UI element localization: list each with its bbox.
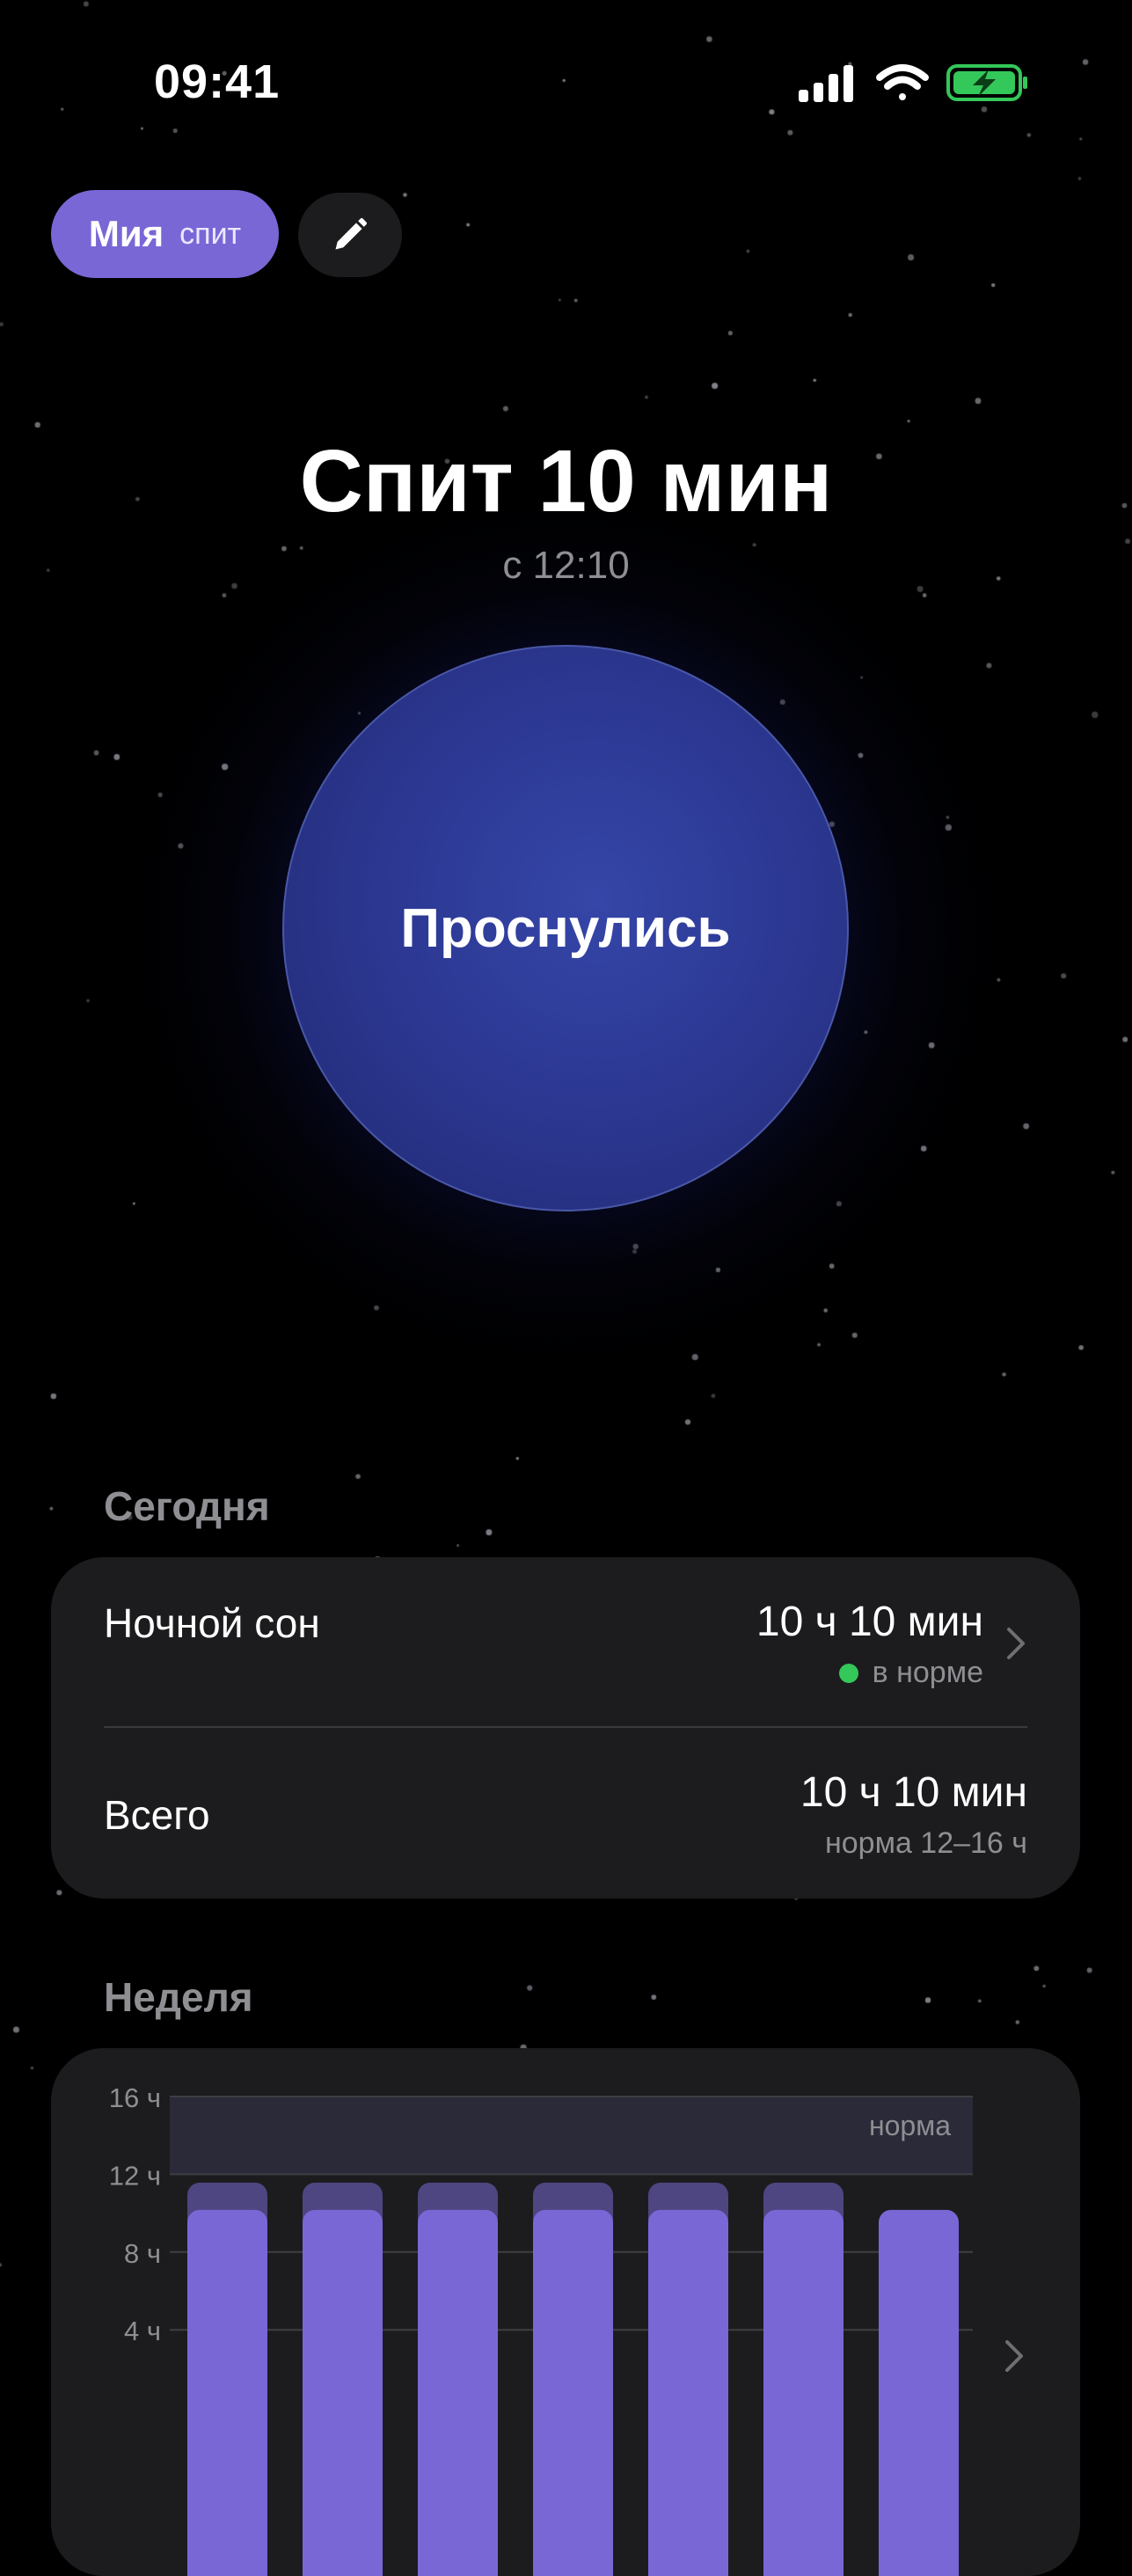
week-card[interactable]: норма 16 ч 12 ч 8 ч 4 ч <box>51 2048 1080 2576</box>
bar <box>303 2209 383 2576</box>
total-sleep-label: Всего <box>104 1792 210 1838</box>
child-selector-pill[interactable]: Мия спит <box>51 190 279 278</box>
sleep-start-time: с 12:10 <box>502 544 630 587</box>
chevron-right-icon <box>1007 1628 1025 1659</box>
battery-charging-icon <box>946 64 1027 101</box>
sleep-duration-headline: Спит 10 мин <box>299 432 833 531</box>
norm-band <box>170 2097 973 2175</box>
y-tick-label: 8 ч <box>124 2238 161 2269</box>
bar <box>533 2209 613 2576</box>
bar <box>763 2209 844 2576</box>
night-sleep-status-text: в норме <box>872 1656 983 1689</box>
edit-button[interactable] <box>298 193 402 277</box>
week-sleep-chart: норма 16 ч 12 ч 8 ч 4 ч <box>109 2082 973 2576</box>
status-icons <box>799 64 1027 102</box>
chevron-right-icon <box>1005 2340 1023 2372</box>
night-sleep-label: Ночной сон <box>104 1600 320 1646</box>
row-divider <box>104 1726 1027 1728</box>
y-tick-label: 12 ч <box>109 2160 161 2191</box>
total-sleep-value: 10 ч 10 мин <box>800 1769 1027 1816</box>
night-sleep-value: 10 ч 10 мин <box>756 1599 983 1645</box>
child-name: Мия <box>88 213 164 254</box>
night-sleep-row[interactable]: Ночной сон 10 ч 10 мин в норме <box>51 1557 1080 1726</box>
wake-up-button-label: Проснулись <box>400 897 731 959</box>
child-state: спит <box>179 216 242 251</box>
bar <box>879 2209 959 2576</box>
norm-band-label: норма <box>869 2110 951 2141</box>
bar <box>418 2209 498 2576</box>
week-section-title: Неделя <box>104 1974 253 2020</box>
bar <box>648 2209 728 2576</box>
total-sleep-norm: норма 12–16 ч <box>824 1826 1027 1860</box>
y-tick-label: 4 ч <box>124 2316 161 2346</box>
wifi-icon <box>876 64 929 100</box>
today-card: Ночной сон 10 ч 10 мин в норме Всего 10 … <box>51 1557 1080 1899</box>
y-tick-label: 16 ч <box>109 2082 161 2113</box>
pencil-icon <box>335 217 368 250</box>
bar <box>187 2209 267 2576</box>
cellular-signal-icon <box>799 65 853 102</box>
wake-up-button[interactable]: Проснулись <box>282 645 849 1211</box>
night-sleep-status: в норме <box>838 1656 983 1690</box>
status-time: 09:41 <box>154 55 281 108</box>
today-section-title: Сегодня <box>104 1483 270 1529</box>
status-ok-dot <box>838 1663 858 1683</box>
